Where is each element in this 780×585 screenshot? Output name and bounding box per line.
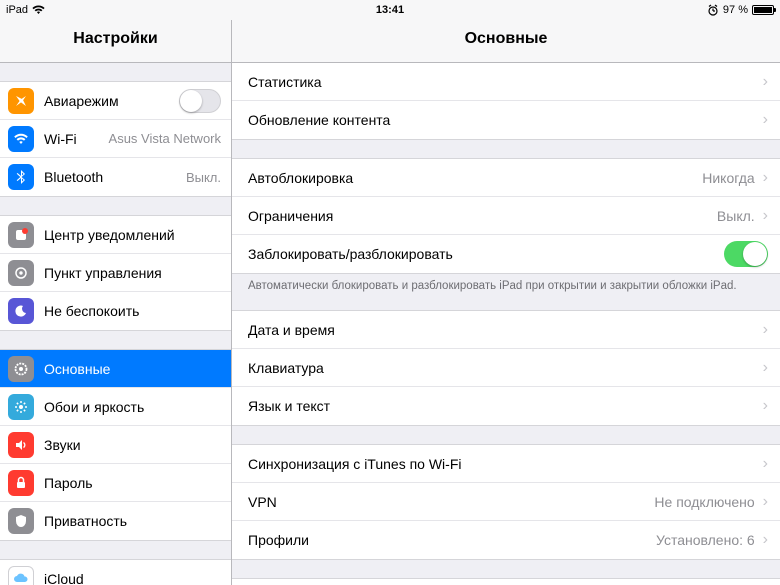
- sidebar-item-label: Авиарежим: [44, 93, 179, 109]
- settings-sidebar: Настройки Авиарежим Wi-Fi Asus Vista Net…: [0, 20, 232, 585]
- row-label: Профили: [248, 532, 656, 548]
- sidebar-item-label: Приватность: [44, 513, 221, 529]
- sidebar-item-value: Выкл.: [186, 170, 221, 185]
- sidebar-item-dnd[interactable]: Не беспокоить: [0, 292, 231, 330]
- row-label: Статистика: [248, 74, 763, 90]
- chevron-right-icon: ›: [763, 169, 768, 187]
- sidebar-group: iCloud Почта, адреса, календари: [0, 559, 231, 585]
- sidebar-item-label: Пункт управления: [44, 265, 221, 281]
- detail-group: Дата и время › Клавиатура › Язык и текст…: [232, 310, 780, 426]
- gear-icon: [8, 356, 34, 382]
- row-language[interactable]: Язык и текст ›: [232, 387, 780, 425]
- sidebar-item-label: iCloud: [44, 571, 221, 585]
- detail-group: Сброс ›: [232, 578, 780, 585]
- wifi-icon: [8, 126, 34, 152]
- sidebar-item-sounds[interactable]: Звуки: [0, 426, 231, 464]
- alarm-icon: [707, 4, 719, 16]
- sidebar-group: Авиарежим Wi-Fi Asus Vista Network Bluet…: [0, 81, 231, 197]
- sidebar-item-label: Обои и яркость: [44, 399, 221, 415]
- airplane-switch[interactable]: [179, 89, 221, 113]
- row-autolock[interactable]: Автоблокировка Никогда ›: [232, 159, 780, 197]
- chevron-right-icon: ›: [763, 359, 768, 377]
- sidebar-item-label: Wi-Fi: [44, 131, 103, 147]
- sidebar-item-label: Bluetooth: [44, 169, 180, 185]
- sidebar-item-label: Звуки: [44, 437, 221, 453]
- dnd-icon: [8, 298, 34, 324]
- row-label: Автоблокировка: [248, 170, 702, 186]
- battery-icon: [752, 5, 774, 15]
- sidebar-item-wallpaper[interactable]: Обои и яркость: [0, 388, 231, 426]
- bluetooth-icon: [8, 164, 34, 190]
- chevron-right-icon: ›: [763, 111, 768, 129]
- row-vpn[interactable]: VPN Не подключено ›: [232, 483, 780, 521]
- row-label: Заблокировать/разблокировать: [248, 246, 724, 262]
- device-label: iPad: [6, 4, 28, 16]
- row-label: VPN: [248, 494, 654, 510]
- row-value: Установлено: 6: [656, 532, 755, 548]
- row-value: Никогда: [702, 170, 754, 186]
- row-date-time[interactable]: Дата и время ›: [232, 311, 780, 349]
- sidebar-item-privacy[interactable]: Приватность: [0, 502, 231, 540]
- row-keyboard[interactable]: Клавиатура ›: [232, 349, 780, 387]
- detail-pane: Основные Статистика › Обновление контент…: [232, 20, 780, 585]
- row-label: Обновление контента: [248, 112, 763, 128]
- sidebar-title: Настройки: [0, 20, 231, 63]
- row-label: Дата и время: [248, 322, 763, 338]
- sounds-icon: [8, 432, 34, 458]
- sidebar-item-label: Основные: [44, 361, 221, 377]
- row-label: Клавиатура: [248, 360, 763, 376]
- sidebar-item-controlcenter[interactable]: Пункт управления: [0, 254, 231, 292]
- chevron-right-icon: ›: [763, 321, 768, 339]
- lock-icon: [8, 470, 34, 496]
- control-center-icon: [8, 260, 34, 286]
- chevron-right-icon: ›: [763, 455, 768, 473]
- privacy-icon: [8, 508, 34, 534]
- sidebar-item-icloud[interactable]: iCloud: [0, 560, 231, 585]
- sidebar-item-general[interactable]: Основные: [0, 350, 231, 388]
- row-label: Ограничения: [248, 208, 717, 224]
- chevron-right-icon: ›: [763, 73, 768, 91]
- detail-title: Основные: [232, 20, 780, 63]
- row-background-refresh[interactable]: Обновление контента ›: [232, 101, 780, 139]
- sidebar-item-label: Центр уведомлений: [44, 227, 221, 243]
- row-restrictions[interactable]: Ограничения Выкл. ›: [232, 197, 780, 235]
- sidebar-item-bluetooth[interactable]: Bluetooth Выкл.: [0, 158, 231, 196]
- sidebar-item-value: Asus Vista Network: [109, 131, 221, 146]
- row-value: Выкл.: [717, 208, 755, 224]
- notifications-icon: [8, 222, 34, 248]
- chevron-right-icon: ›: [763, 397, 768, 415]
- wifi-icon: [32, 5, 45, 15]
- sidebar-group: Основные Обои и яркость Звуки Пароль: [0, 349, 231, 541]
- sidebar-item-airplane[interactable]: Авиарежим: [0, 82, 231, 120]
- wallpaper-icon: [8, 394, 34, 420]
- row-profiles[interactable]: Профили Установлено: 6 ›: [232, 521, 780, 559]
- airplane-icon: [8, 88, 34, 114]
- battery-text: 97 %: [723, 4, 748, 16]
- sidebar-item-wifi[interactable]: Wi-Fi Asus Vista Network: [0, 120, 231, 158]
- lock-unlock-switch[interactable]: [724, 241, 768, 267]
- row-reset[interactable]: Сброс ›: [232, 579, 780, 585]
- row-label: Синхронизация с iTunes по Wi-Fi: [248, 456, 763, 472]
- sidebar-item-label: Не беспокоить: [44, 303, 221, 319]
- sidebar-item-passcode[interactable]: Пароль: [0, 464, 231, 502]
- chevron-right-icon: ›: [763, 493, 768, 511]
- row-itunes-wifi-sync[interactable]: Синхронизация с iTunes по Wi-Fi ›: [232, 445, 780, 483]
- row-label: Язык и текст: [248, 398, 763, 414]
- status-time: 13:41: [376, 4, 404, 16]
- status-bar: iPad 13:41 97 %: [0, 0, 780, 20]
- chevron-right-icon: ›: [763, 207, 768, 225]
- row-statistics[interactable]: Статистика ›: [232, 63, 780, 101]
- detail-group: Автоблокировка Никогда › Ограничения Вык…: [232, 158, 780, 274]
- sidebar-group: Центр уведомлений Пункт управления Не бе…: [0, 215, 231, 331]
- row-lock-unlock[interactable]: Заблокировать/разблокировать: [232, 235, 780, 273]
- chevron-right-icon: ›: [763, 531, 768, 549]
- group-footer: Автоматически блокировать и разблокирова…: [232, 274, 780, 292]
- sidebar-item-label: Пароль: [44, 475, 221, 491]
- row-value: Не подключено: [654, 494, 754, 510]
- sidebar-item-notifications[interactable]: Центр уведомлений: [0, 216, 231, 254]
- detail-group: Синхронизация с iTunes по Wi-Fi › VPN Не…: [232, 444, 780, 560]
- detail-group: Статистика › Обновление контента ›: [232, 63, 780, 140]
- icloud-icon: [8, 566, 34, 585]
